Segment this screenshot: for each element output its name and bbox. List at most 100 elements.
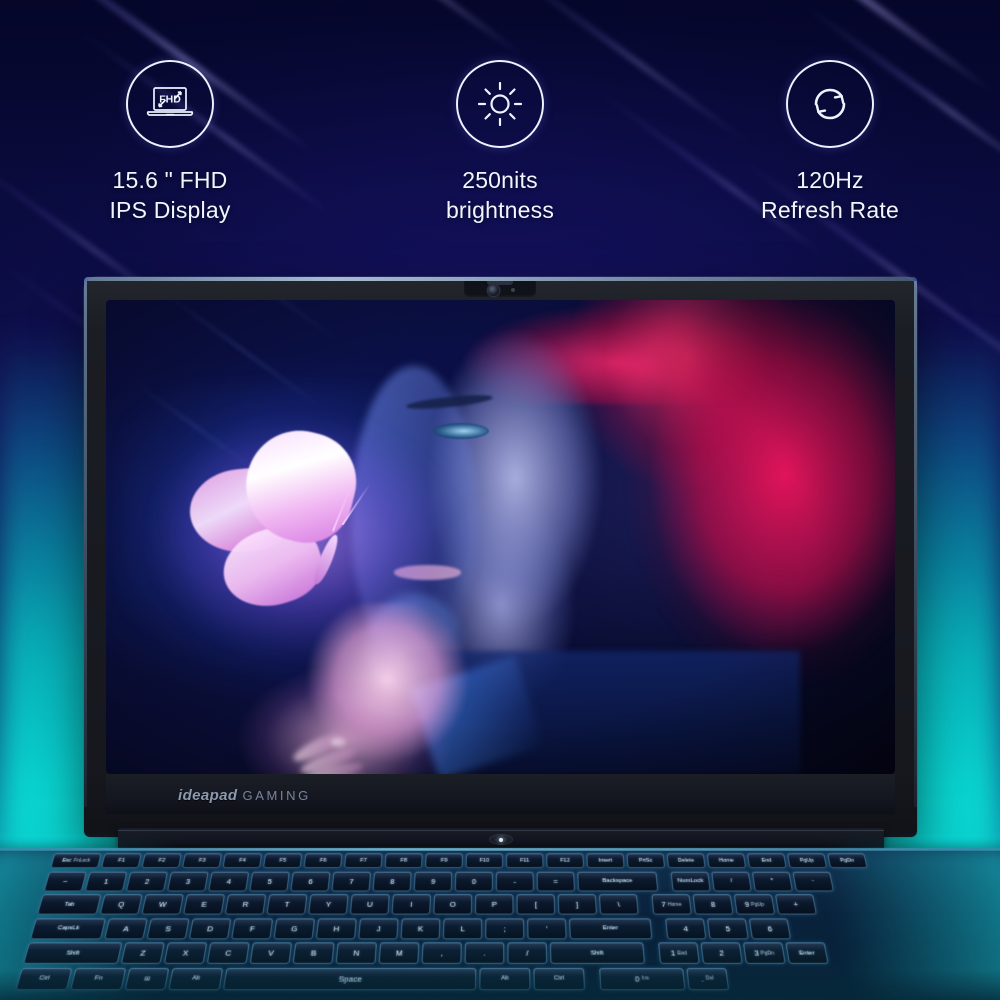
key-p[interactable]: P (474, 894, 514, 915)
power-button[interactable] (489, 834, 513, 845)
key--[interactable]: / (507, 942, 548, 964)
key-backspace[interactable]: Backspace (577, 871, 659, 891)
key-g[interactable]: G (273, 917, 316, 939)
key-2[interactable]: 2 (700, 942, 743, 964)
key-w[interactable]: W (141, 894, 184, 915)
key--[interactable]: , (421, 942, 462, 964)
key--[interactable]: = (536, 871, 576, 891)
key--[interactable]: ; (485, 917, 525, 939)
key-8[interactable]: 8 (692, 894, 734, 915)
key-f2[interactable]: F2 (141, 853, 182, 869)
key-3[interactable]: 3 (167, 871, 209, 891)
key-6[interactable]: 6 (290, 871, 331, 891)
key-alt[interactable]: Alt (168, 967, 224, 990)
key-c[interactable]: C (206, 942, 250, 964)
key-f7[interactable]: F7 (344, 853, 383, 869)
key-7[interactable]: 7 Home (651, 894, 692, 915)
key-v[interactable]: V (249, 942, 293, 964)
key-7[interactable]: 7 (331, 871, 372, 891)
key-y[interactable]: Y (308, 894, 349, 915)
key-5[interactable]: 5 (706, 917, 749, 939)
key-esc[interactable]: Esc FnLock (50, 853, 102, 869)
key--[interactable]: ⊞ (124, 967, 170, 990)
key-end[interactable]: End (746, 853, 787, 869)
key-insert[interactable]: Insert (586, 853, 625, 869)
key-ctrl[interactable]: Ctrl (15, 967, 73, 990)
key-2[interactable]: 2 (125, 871, 169, 891)
key--[interactable]: / (711, 871, 752, 891)
key-4[interactable]: 4 (208, 871, 250, 891)
key--[interactable]: \ (598, 894, 639, 915)
key-alt[interactable]: Alt (479, 967, 531, 990)
key-4[interactable]: 4 (665, 917, 707, 939)
key-6[interactable]: 6 (748, 917, 792, 939)
key--[interactable]: - (792, 871, 834, 891)
key--[interactable]: - (495, 871, 534, 891)
key--[interactable]: [ (516, 894, 556, 915)
key-1[interactable]: 1 End (658, 942, 700, 964)
key--[interactable]: * (751, 871, 793, 891)
key-f12[interactable]: F12 (546, 853, 585, 869)
key-shift[interactable]: Shift (22, 942, 123, 964)
key-highlight (47, 871, 87, 880)
key-b[interactable]: B (292, 942, 335, 964)
key-r[interactable]: R (224, 894, 267, 915)
key-enter[interactable]: Enter (785, 942, 829, 964)
key-0[interactable]: 0 Ins (599, 967, 686, 990)
key-i[interactable]: I (391, 894, 432, 915)
key-z[interactable]: Z (120, 942, 165, 964)
key-f9[interactable]: F9 (425, 853, 463, 869)
key-8[interactable]: 8 (372, 871, 412, 891)
key-3[interactable]: 3 PgDn (742, 942, 786, 964)
key-9[interactable]: 9 (413, 871, 453, 891)
key-l[interactable]: L (442, 917, 483, 939)
key-ctrl[interactable]: Ctrl (533, 967, 586, 990)
key-home[interactable]: Home (706, 853, 747, 869)
key-f10[interactable]: F10 (465, 853, 504, 869)
key-pgdn[interactable]: PgDn (827, 853, 868, 869)
key-delete[interactable]: Delete (666, 853, 706, 869)
key-f[interactable]: F (231, 917, 274, 939)
key--[interactable]: . (464, 942, 505, 964)
key-x[interactable]: X (163, 942, 208, 964)
key-tab[interactable]: Tab (37, 894, 102, 915)
key-j[interactable]: J (358, 917, 399, 939)
key-fn[interactable]: Fn (70, 967, 127, 990)
key-enter[interactable]: Enter (568, 917, 653, 939)
key--[interactable]: + (774, 894, 817, 915)
key-m[interactable]: M (378, 942, 420, 964)
key-f1[interactable]: F1 (100, 853, 142, 869)
key-a[interactable]: A (104, 917, 148, 939)
key-f4[interactable]: F4 (222, 853, 263, 869)
key-1[interactable]: 1 (84, 871, 128, 891)
key-f8[interactable]: F8 (384, 853, 423, 869)
key-pgup[interactable]: PgUp (786, 853, 828, 869)
key-f3[interactable]: F3 (181, 853, 223, 869)
key-space[interactable]: Space (222, 967, 477, 990)
key-numlock[interactable]: NumLock (670, 871, 711, 891)
key-capslk[interactable]: CapsLk (30, 917, 107, 939)
key-u[interactable]: U (349, 894, 390, 915)
key--[interactable]: . Del (686, 967, 730, 990)
key-h[interactable]: H (315, 917, 357, 939)
key-5[interactable]: 5 (249, 871, 290, 891)
key-n[interactable]: N (335, 942, 377, 964)
key-shift[interactable]: Shift (549, 942, 646, 964)
key-o[interactable]: O (433, 894, 473, 915)
key--[interactable]: ~ (43, 871, 87, 891)
key-t[interactable]: T (266, 894, 308, 915)
key--[interactable]: ] (557, 894, 597, 915)
key-d[interactable]: D (188, 917, 232, 939)
key-s[interactable]: S (146, 917, 190, 939)
key-q[interactable]: Q (99, 894, 143, 915)
key-9[interactable]: 9 PgUp (733, 894, 776, 915)
key-f6[interactable]: F6 (303, 853, 343, 869)
key-highlight (392, 894, 432, 903)
key-k[interactable]: K (400, 917, 441, 939)
key-e[interactable]: E (183, 894, 226, 915)
key-f5[interactable]: F5 (262, 853, 303, 869)
key-0[interactable]: 0 (454, 871, 493, 891)
key--[interactable]: ' (527, 917, 567, 939)
key-prtsc[interactable]: PrtSc (626, 853, 666, 869)
key-f11[interactable]: F11 (506, 853, 544, 869)
